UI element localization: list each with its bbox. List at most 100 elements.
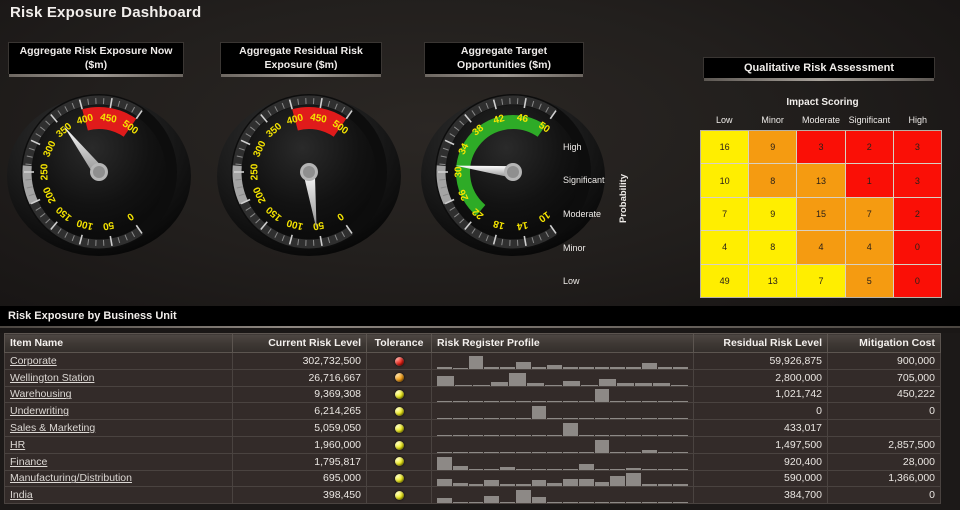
matrix-cell[interactable]: 9 [749,197,797,231]
cell-mitigation-cost: 705,000 [827,368,941,387]
matrix-cell[interactable]: 0 [893,264,941,297]
matrix-cell[interactable]: 15 [797,197,845,231]
sparkline-bar [452,401,468,402]
risk-register-sparkline [437,422,688,436]
matrix-cell[interactable]: 7 [701,197,749,231]
table-row[interactable]: India 398,450 384,700 0 [4,486,941,505]
matrix-cell[interactable]: 4 [701,231,749,264]
cell-current-risk-level: 9,369,308 [232,385,367,404]
table-row[interactable]: Underwriting 6,214,265 0 0 [4,402,941,421]
sparkline-bar [500,466,515,470]
table-row[interactable]: Sales & Marketing 5,059,050 433,017 [4,419,941,437]
item-name-link[interactable]: India [10,489,33,501]
item-name-link[interactable]: HR [10,439,25,451]
sparkline-bar [594,434,610,436]
column-header-current-risk-level[interactable]: Current Risk Level [232,333,367,353]
column-header-residual-risk-level[interactable]: Residual Risk Level [693,333,828,353]
matrix-cell[interactable]: 49 [701,264,749,297]
sparkline-bar [594,468,610,470]
sparkline-bar [641,484,657,486]
matrix-cell[interactable]: 4 [797,231,845,264]
sparkline-bar [578,451,594,453]
sparkline-bar [547,364,562,369]
matrix-cell[interactable]: 8 [749,231,797,264]
item-name-link[interactable]: Manufacturing/Distribution [10,472,132,484]
cell-residual-risk-level: 920,400 [693,452,828,471]
sparkline-bar [673,502,688,503]
matrix-row-label-minor: Minor [563,242,586,253]
cell-residual-risk-level: 384,700 [693,486,828,505]
matrix-cell[interactable]: 9 [749,131,797,164]
table-row[interactable]: Finance 1,795,817 920,400 28,000 [4,452,941,471]
matrix-cell[interactable]: 5 [845,264,893,297]
matrix-cell[interactable]: 13 [749,264,797,297]
sparkline-bar [641,401,657,402]
matrix-cell[interactable]: 10 [701,164,749,197]
matrix-cell[interactable]: 7 [797,264,845,297]
kpi-header-label: Aggregate Residual Risk Exposure ($m) [239,45,363,71]
table-row[interactable]: HR 1,960,000 1,497,500 2,857,500 [4,435,941,454]
sparkline-bar [563,468,578,470]
cell-risk-register-profile [431,368,694,387]
cell-item-name[interactable]: Wellington Station [4,368,233,387]
dashboard-top-panel: Risk Exposure Dashboard Aggregate Risk E… [0,0,960,306]
sparkline-bar [610,468,625,470]
matrix-cell[interactable]: 3 [893,164,941,197]
sparkline-bar [468,484,484,486]
matrix-cell[interactable]: 3 [893,131,941,164]
cell-item-name[interactable]: Corporate [4,352,233,370]
matrix-cell[interactable]: 0 [893,231,941,264]
table-row[interactable]: Corporate 302,732,500 59,926,875 900,000 [4,352,941,370]
cell-item-name[interactable]: Manufacturing/Distribution [4,469,233,488]
cell-item-name[interactable]: Underwriting [4,402,233,421]
item-name-link[interactable]: Sales & Marketing [10,422,95,434]
cell-residual-risk-level: 590,000 [693,469,828,488]
tolerance-status-icon [394,390,404,400]
sparkline-bar [626,451,641,453]
section-header-bar: Risk Exposure by Business Unit [0,306,960,328]
matrix-row-labels: High Significant Moderate Minor Low [543,130,613,298]
sparkline-bar [578,434,594,436]
cell-item-name[interactable]: Sales & Marketing [4,419,233,437]
table-body: Corporate 302,732,500 59,926,875 900,000 Wel… [4,352,941,505]
sparkline-bar [657,366,673,369]
sparkline-bar [531,401,547,402]
matrix-cell[interactable]: 8 [749,164,797,197]
cell-item-name[interactable]: HR [4,435,233,454]
sparkline-bar [563,366,578,369]
item-name-link[interactable]: Wellington Station [10,372,94,384]
column-header-risk-register-profile[interactable]: Risk Register Profile [431,333,694,353]
sparkline-bar [657,468,673,470]
sparkline-bar [515,401,531,402]
column-header-item-name[interactable]: Item Name [4,333,233,353]
risk-register-sparkline [437,489,688,503]
matrix-cell[interactable]: 16 [701,131,749,164]
sparkline-bar [673,484,688,486]
sparkline-bar [515,451,531,453]
item-name-link[interactable]: Corporate [10,355,57,367]
sparkline-bar [452,367,468,369]
matrix-row-label-high: High [563,141,582,152]
item-name-link[interactable]: Warehousing [10,388,71,400]
cell-mitigation-cost: 450,222 [827,385,941,404]
matrix-cell[interactable]: 2 [845,131,893,164]
column-header-mitigation-cost[interactable]: Mitigation Cost [827,333,941,353]
table-row[interactable]: Wellington Station 26,716,667 2,800,000 705… [4,368,941,387]
table-row[interactable]: Manufacturing/Distribution 695,000 590,000… [4,469,941,488]
cell-item-name[interactable]: Warehousing [4,385,233,404]
matrix-cell[interactable]: 3 [797,131,845,164]
sparkline-bar [641,434,657,436]
column-header-tolerance[interactable]: Tolerance [366,333,432,353]
matrix-cell[interactable]: 4 [845,231,893,264]
item-name-link[interactable]: Finance [10,456,47,468]
sparkline-bar [657,401,673,402]
matrix-cell[interactable]: 2 [893,197,941,231]
cell-item-name[interactable]: Finance [4,452,233,471]
matrix-cell[interactable]: 7 [845,197,893,231]
table-row[interactable]: Warehousing 9,369,308 1,021,742 450,222 [4,385,941,404]
matrix-cell[interactable]: 13 [797,164,845,197]
matrix-cell[interactable]: 1 [845,164,893,197]
item-name-link[interactable]: Underwriting [10,405,69,417]
sparkline-bar [547,483,562,486]
cell-item-name[interactable]: India [4,486,233,505]
